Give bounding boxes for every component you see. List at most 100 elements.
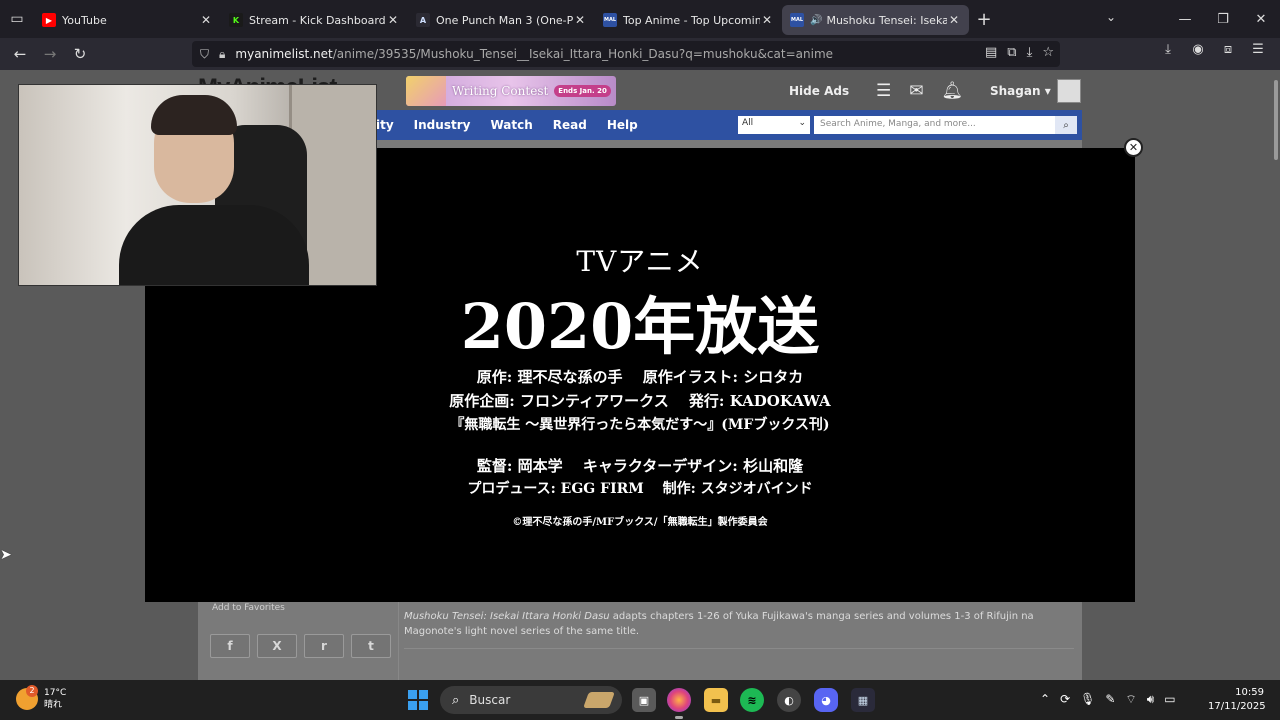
menu-community[interactable]: ity [376, 118, 394, 132]
weather-condition: 晴れ [44, 700, 63, 710]
downloads-icon[interactable]: ⤓ [1158, 42, 1178, 57]
stream-deck-icon[interactable]: ▦ [851, 688, 875, 712]
divider [398, 600, 399, 680]
video-copyright: ©理不尽な孫の手/MFブックス/「無職転生」製作委員会 [512, 517, 768, 528]
chevron-down-icon[interactable]: ⌄ [1106, 10, 1116, 24]
tab-kick[interactable]: K Stream - Kick Dashboard ✕ [221, 5, 408, 35]
menu-industry[interactable]: Industry [414, 118, 471, 132]
list-icon[interactable]: ☰ [876, 81, 891, 101]
facebook-icon[interactable]: f [210, 634, 250, 658]
divider [404, 648, 1074, 649]
close-icon[interactable]: ✕ [573, 13, 587, 27]
account-icon[interactable]: ◉ [1188, 42, 1208, 57]
close-icon[interactable]: ✕ [199, 13, 213, 27]
firefox-icon[interactable] [667, 688, 691, 712]
pen-icon[interactable]: ✎ [1105, 692, 1115, 707]
menu-read[interactable]: Read [553, 118, 587, 132]
writing-contest-banner[interactable]: Writing Contest Ends Jan. 20 [406, 76, 616, 106]
clock[interactable]: 10:59 17/11/2025 [1208, 686, 1266, 714]
back-icon[interactable]: ← [5, 39, 35, 69]
pip-icon[interactable]: ⧉ [1007, 45, 1016, 60]
video-text-line: 原作企画: フロンティアワークス 発行: KADOKAWA [449, 392, 831, 410]
url-bar[interactable]: ⛉ 🔒︎ myanimelist.net/anime/39535/Mushoku… [192, 41, 1060, 67]
volume-icon[interactable]: 🔊︎ [1147, 692, 1155, 707]
sync-icon[interactable]: ⟳ [1060, 692, 1070, 707]
microphone-icon[interactable]: 🎙︎ [1080, 692, 1095, 707]
bookmark-star-icon[interactable]: ☆ [1042, 45, 1054, 60]
banner-badge: Ends Jan. 20 [554, 85, 611, 97]
nav-bar: ← → ↻ ⛉ 🔒︎ myanimelist.net/anime/39535/M… [0, 38, 1280, 70]
menu-help[interactable]: Help [607, 118, 638, 132]
avatar[interactable] [1057, 79, 1081, 103]
reload-icon[interactable]: ↻ [65, 39, 95, 69]
extensions-icon[interactable]: ⧈ [1218, 42, 1238, 57]
tab-anilist[interactable]: A One Punch Man 3 (One-Punch M ✕ [408, 5, 595, 35]
time: 10:59 [1235, 687, 1264, 698]
tumblr-icon[interactable]: t [351, 634, 391, 658]
tab-title: Stream - Kick Dashboard [249, 13, 386, 27]
bell-icon[interactable]: 🔔︎ [942, 81, 964, 101]
user-menu[interactable]: Shagan ▾ [990, 84, 1051, 98]
obs-icon[interactable]: ◐ [777, 688, 801, 712]
search-input[interactable]: Search Anime, Manga, and more... [814, 116, 1058, 134]
search-category-select[interactable]: All ⌄ [738, 116, 810, 134]
file-explorer-icon[interactable]: ▬ [704, 688, 728, 712]
speaker-icon[interactable]: 🔊 [810, 15, 822, 26]
webcam-person-hair [151, 95, 237, 135]
sun-icon: 2 [16, 685, 38, 710]
search-icon[interactable]: ⌕ [1055, 116, 1077, 134]
reader-view-icon[interactable]: ▤ [985, 45, 997, 60]
chevron-up-icon[interactable]: ⌃ [1040, 692, 1050, 707]
menu-icon[interactable]: ☰ [1248, 42, 1268, 57]
tab-youtube[interactable]: ▶ YouTube ✕ [34, 5, 221, 35]
tab-title: Top Anime - Top Upcoming - M [623, 13, 760, 27]
minimize-icon[interactable]: — [1166, 0, 1204, 38]
mail-icon[interactable]: ✉ [909, 81, 923, 101]
youtube-icon: ▶ [42, 13, 56, 27]
scrollbar[interactable] [1274, 80, 1278, 160]
menu-watch[interactable]: Watch [490, 118, 532, 132]
tab-mal-top[interactable]: MAL Top Anime - Top Upcoming - M ✕ [595, 5, 782, 35]
start-icon[interactable] [408, 690, 428, 710]
tab-title: YouTube [62, 13, 107, 27]
wifi-icon[interactable]: ⌔ [1125, 692, 1136, 707]
banner-text: Writing Contest [452, 84, 549, 98]
tab-bar: ▭ ▶ YouTube ✕ K Stream - Kick Dashboard … [0, 0, 1280, 38]
tab-title: Mushoku Tensei: Isekai Ittar [826, 13, 947, 27]
weather-widget[interactable]: 2 17°C 晴れ [16, 685, 66, 711]
spotify-icon[interactable]: ≋ [740, 688, 764, 712]
date: 17/11/2025 [1208, 701, 1266, 712]
close-icon[interactable]: ✕ [386, 13, 400, 27]
url-text[interactable]: myanimelist.net/anime/39535/Mushoku_Tens… [235, 47, 833, 61]
task-view-icon[interactable]: ▣ [632, 688, 656, 712]
search-label: Buscar [469, 693, 511, 707]
video-text-line: 原作: 理不尽な孫の手 原作イラスト: シロタカ [476, 368, 804, 386]
hide-ads-link[interactable]: Hide Ads [789, 84, 849, 98]
background-text: Mushoku Tensei: Isekai Ittara Honki Dasu… [404, 611, 1034, 637]
battery-icon[interactable]: ▭ [1164, 692, 1175, 707]
reddit-icon[interactable]: r [304, 634, 344, 658]
save-page-icon[interactable]: ⤓ [1027, 45, 1033, 60]
close-icon[interactable]: ✕ [760, 13, 774, 27]
close-window-icon[interactable]: ✕ [1242, 0, 1280, 38]
taskbar-search[interactable]: ⌕ Buscar [440, 686, 622, 714]
tab-list-icon[interactable]: ▭ [0, 0, 34, 38]
forward-icon[interactable]: → [35, 39, 65, 69]
close-icon[interactable]: ✕ [1124, 138, 1143, 157]
lock-icon[interactable]: 🔒︎ [219, 47, 225, 62]
close-icon[interactable]: ✕ [947, 13, 961, 27]
video-text-line: 『無職転生 〜異世界行ったら本気だす〜』(MFブックス刊) [450, 417, 830, 433]
video-text-line: 監督: 岡本学 キャラクターデザイン: 杉山和隆 [476, 457, 804, 475]
mal-icon: MAL [603, 13, 617, 27]
discord-icon[interactable]: ◕ [814, 688, 838, 712]
tab-mal-mushoku[interactable]: MAL 🔊 Mushoku Tensei: Isekai Ittar ✕ [782, 5, 969, 35]
add-to-favorites-link[interactable]: Add to Favorites [212, 603, 285, 613]
search-icon: ⌕ [452, 692, 460, 708]
shield-icon[interactable]: ⛉ [200, 47, 209, 62]
search-highlight-icon [583, 692, 615, 708]
x-icon[interactable]: X [257, 634, 297, 658]
new-tab-button[interactable]: + [969, 4, 999, 34]
anilist-icon: A [416, 13, 430, 27]
restore-icon[interactable]: ❐ [1204, 0, 1242, 38]
kick-icon: K [229, 13, 243, 27]
